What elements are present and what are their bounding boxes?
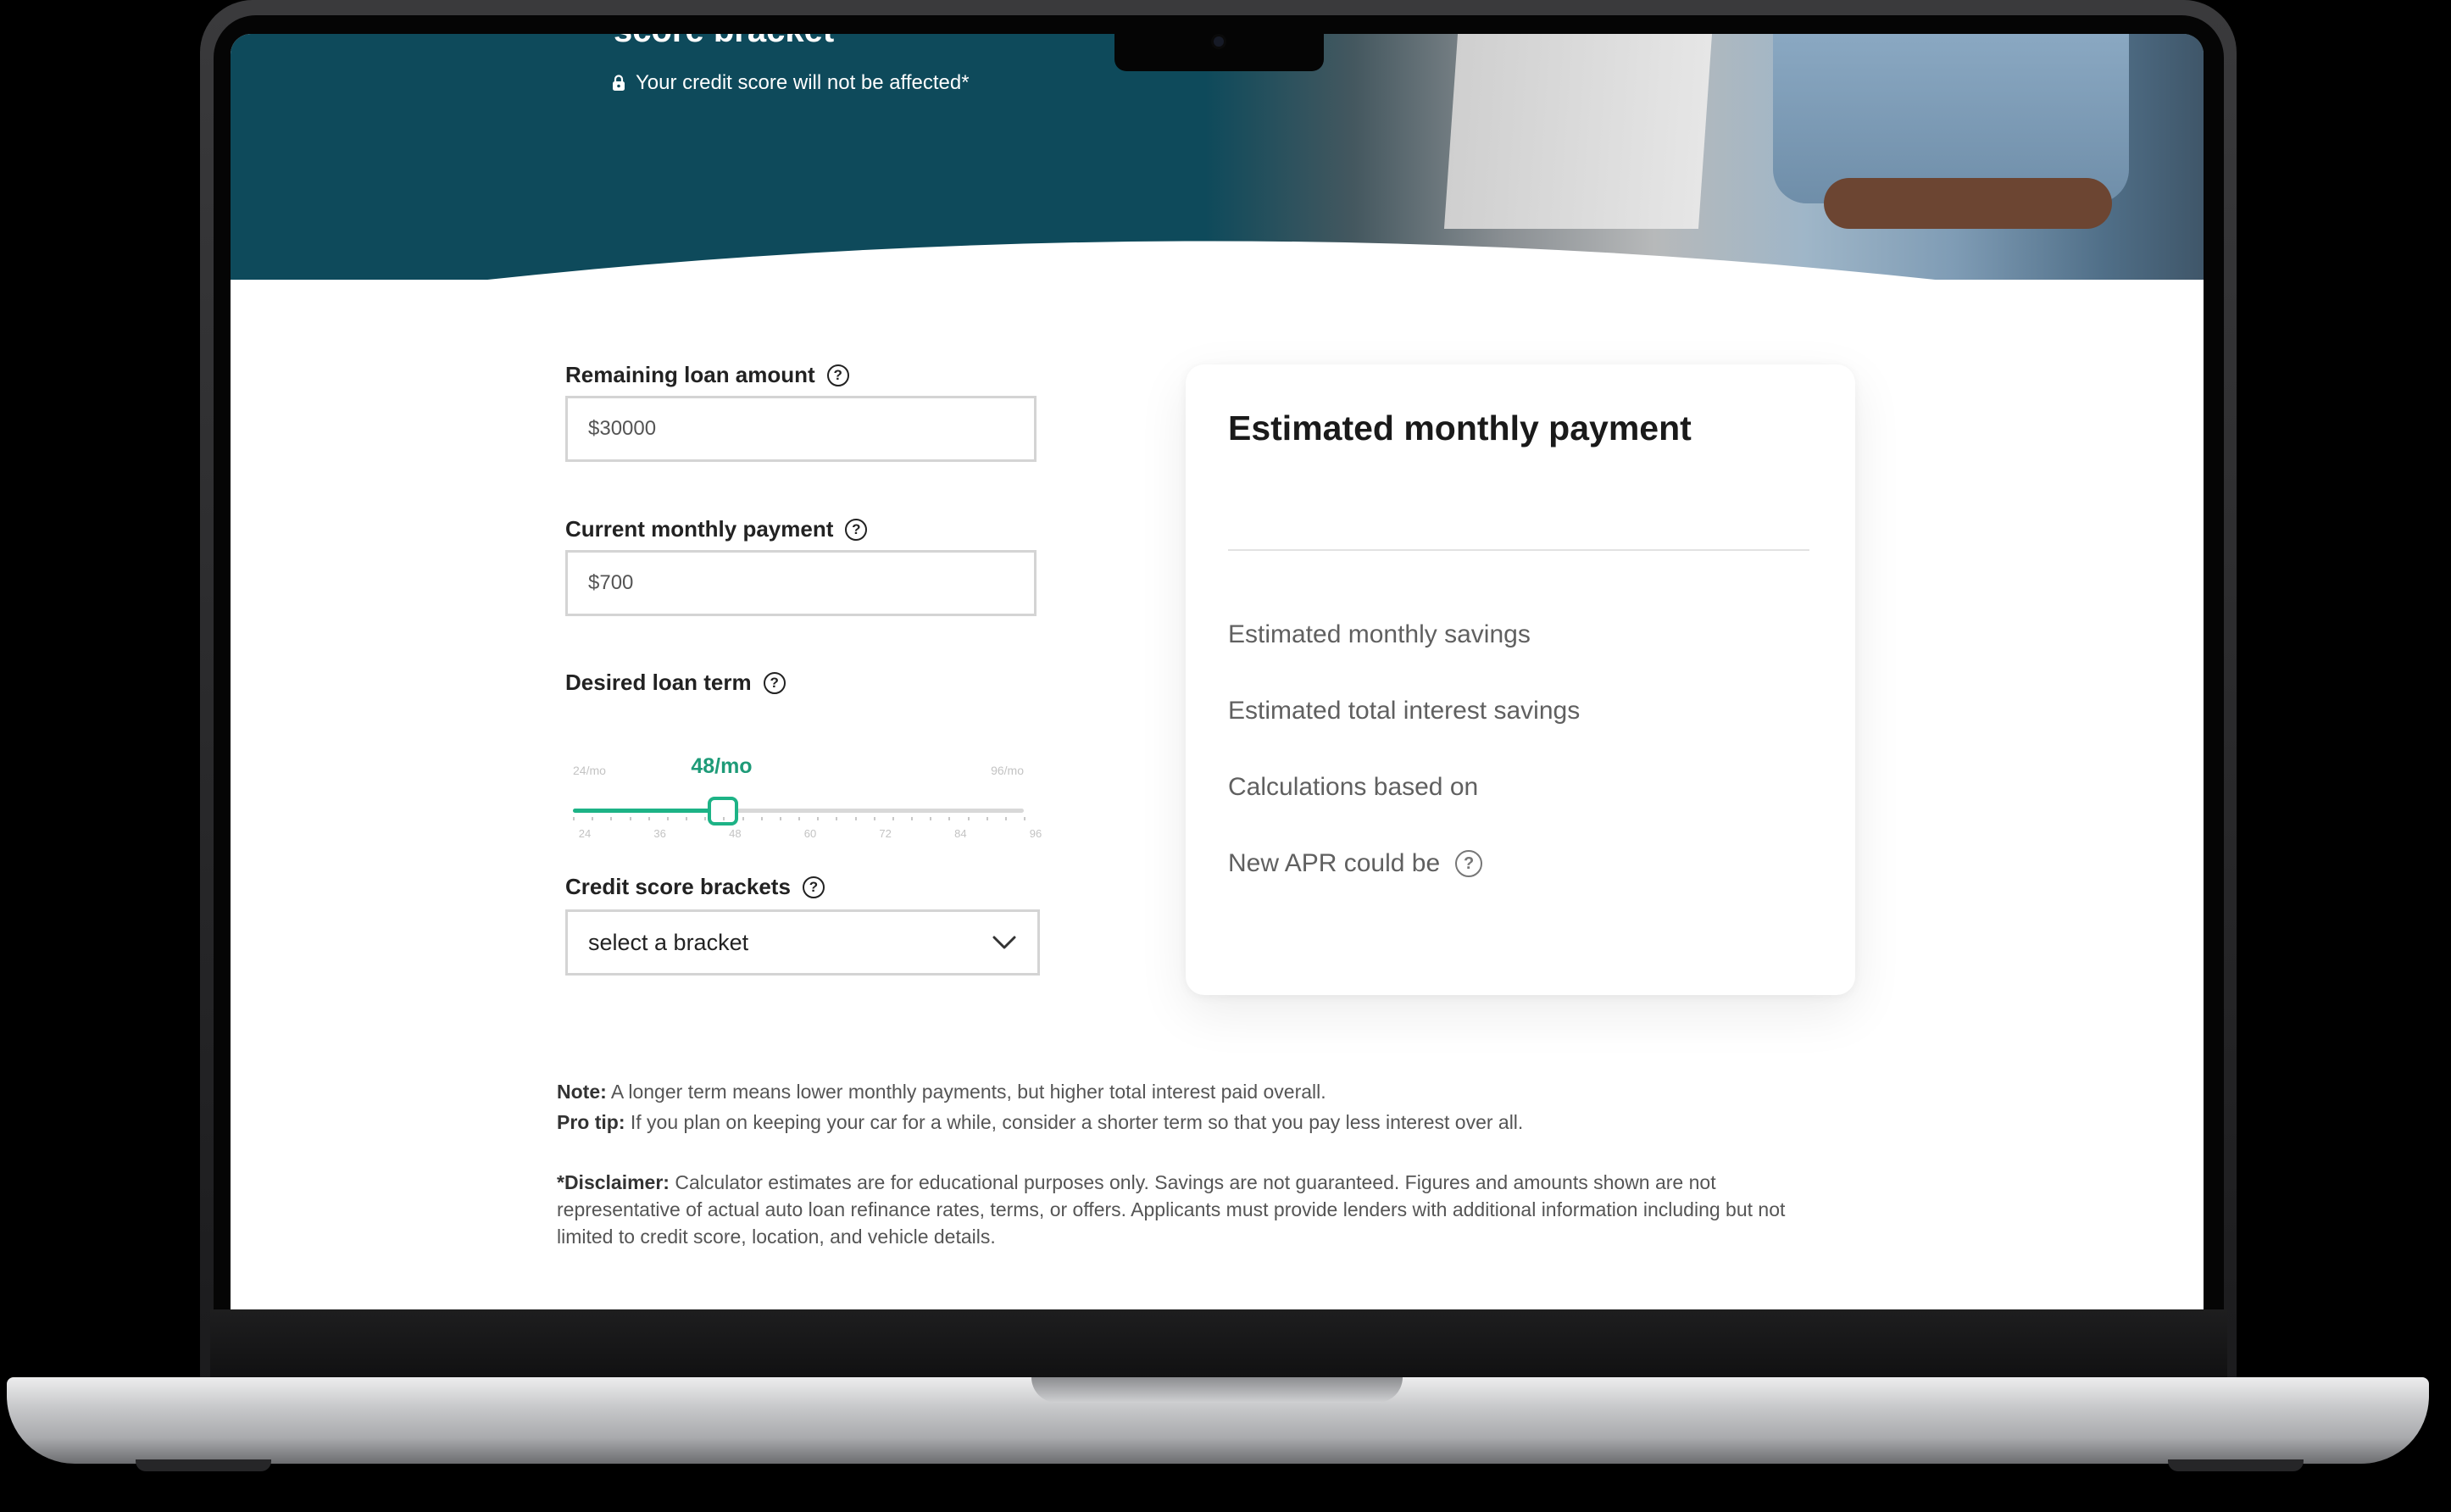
results-title: Estimated monthly payment bbox=[1228, 409, 1692, 447]
result-row-label: Estimated monthly savings bbox=[1228, 620, 1531, 648]
disclaimer: *Disclaimer: Calculator estimates are fo… bbox=[557, 1169, 1794, 1250]
slider-tick-mark bbox=[930, 817, 932, 820]
hero-headline: score bracket bbox=[614, 34, 834, 50]
results-card: Estimated monthly payment Estimated mont… bbox=[1186, 364, 1855, 995]
slider-tick-label: 96 bbox=[1029, 827, 1042, 840]
result-row-label: Estimated total interest savings bbox=[1228, 697, 1581, 725]
credit-score-select[interactable]: select a bracket bbox=[565, 909, 1040, 976]
hero-wave-divider bbox=[231, 241, 2204, 322]
disclaimer-label: *Disclaimer: bbox=[557, 1171, 670, 1193]
slider-tick-mark bbox=[892, 817, 894, 820]
credit-score-label-text: Credit score brackets bbox=[565, 874, 791, 899]
slider-tick-mark bbox=[742, 817, 744, 820]
pro-tip-text: If you plan on keeping your car for a wh… bbox=[625, 1111, 1524, 1133]
note-text: A longer term means lower monthly paymen… bbox=[606, 1081, 1326, 1103]
loan-amount-label: Remaining loan amount ? bbox=[565, 362, 849, 388]
result-row-label: New APR could be bbox=[1228, 849, 1441, 877]
slider-tick-label: 84 bbox=[954, 827, 967, 840]
slider-tick-mark bbox=[592, 817, 594, 820]
laptop-screen: score bracket Your credit score will not… bbox=[231, 34, 2204, 1309]
slider-tick-label: 24 bbox=[578, 827, 592, 840]
result-row-interest-savings: Estimated total interest savings bbox=[1228, 697, 1580, 725]
credit-score-note: Your credit score will not be affected* bbox=[612, 71, 970, 95]
loan-term-label: Desired loan term ? bbox=[565, 670, 786, 696]
slider-tick-label: 60 bbox=[803, 827, 817, 840]
result-row-monthly-savings: Estimated monthly savings bbox=[1228, 620, 1531, 649]
question-circle-icon[interactable]: ? bbox=[826, 364, 849, 386]
laptop-foot-left bbox=[136, 1459, 271, 1471]
slider-tick-mark bbox=[986, 817, 988, 820]
slider-tick-mark bbox=[647, 817, 650, 820]
result-row-label: Calculations based on bbox=[1228, 773, 1479, 801]
slider-tick-mark bbox=[760, 817, 763, 820]
slider-tick-mark bbox=[629, 817, 631, 820]
slider-tick-mark bbox=[817, 817, 820, 820]
slider-tick-mark bbox=[854, 817, 857, 820]
camera-icon bbox=[1211, 34, 1226, 49]
slider-tick-mark bbox=[1024, 817, 1025, 820]
question-circle-icon[interactable]: ? bbox=[802, 876, 825, 898]
slider-tick-mark bbox=[610, 817, 613, 820]
slider-tick-mark bbox=[723, 817, 725, 820]
disclaimer-text: Calculator estimates are for educational… bbox=[557, 1171, 1786, 1248]
slider-tick-mark bbox=[1004, 817, 1007, 820]
laptop-chin bbox=[210, 1309, 2227, 1377]
hero-photo-paper bbox=[1443, 34, 1713, 229]
results-divider bbox=[1228, 549, 1809, 551]
pro-tip-line: Pro tip: If you plan on keeping your car… bbox=[557, 1109, 1523, 1136]
slider-tick-mark bbox=[873, 817, 875, 820]
slider-value-label: 48/mo bbox=[691, 754, 753, 778]
monthly-payment-label: Current monthly payment ? bbox=[565, 516, 868, 542]
slider-tick-mark bbox=[686, 817, 687, 820]
loan-term-label-text: Desired loan term bbox=[565, 670, 752, 695]
loan-amount-input[interactable] bbox=[565, 396, 1037, 462]
loan-amount-label-text: Remaining loan amount bbox=[565, 362, 815, 387]
slider-tick-mark bbox=[704, 817, 707, 820]
slider-min-label: 24/mo bbox=[573, 764, 606, 777]
slider-tick-label: 48 bbox=[729, 827, 742, 840]
question-circle-icon[interactable]: ? bbox=[845, 518, 868, 541]
slider-max-label: 96/mo bbox=[991, 764, 1024, 777]
result-row-calculations: Calculations based on bbox=[1228, 773, 1478, 802]
credit-score-select-value: select a bracket bbox=[588, 929, 749, 955]
monthly-payment-label-text: Current monthly payment bbox=[565, 516, 834, 542]
laptop-foot-right bbox=[2168, 1459, 2304, 1471]
laptop-opening-notch bbox=[1031, 1377, 1403, 1403]
slider-tick-label: 72 bbox=[879, 827, 892, 840]
slider-tick-mark bbox=[911, 817, 913, 820]
credit-score-note-text: Your credit score will not be affected* bbox=[636, 71, 970, 94]
slider-tick-mark bbox=[798, 817, 800, 820]
slider-tick-mark bbox=[967, 817, 970, 820]
slider-thumb[interactable] bbox=[708, 797, 739, 825]
slider-tick-mark bbox=[836, 817, 838, 820]
note-line: Note: A longer term means lower monthly … bbox=[557, 1078, 1326, 1105]
loan-term-slider[interactable]: 24/mo 96/mo 48/mo 24 36 48 60 72 84 96 bbox=[573, 712, 1042, 840]
slider-fill bbox=[573, 809, 724, 813]
credit-score-label: Credit score brackets ? bbox=[565, 874, 825, 900]
slider-tick-mark bbox=[666, 817, 669, 820]
pro-tip-label: Pro tip: bbox=[557, 1111, 625, 1133]
monthly-payment-input[interactable] bbox=[565, 550, 1037, 616]
slider-tick-mark bbox=[948, 817, 951, 820]
slider-tick-label: 36 bbox=[653, 827, 666, 840]
question-circle-icon[interactable]: ? bbox=[1455, 850, 1483, 877]
result-row-new-apr: New APR could be ? bbox=[1228, 849, 1483, 878]
slider-tick-mark bbox=[573, 817, 575, 820]
slider-tick-mark bbox=[779, 817, 781, 820]
note-label: Note: bbox=[557, 1081, 607, 1103]
chevron-down-icon bbox=[992, 936, 1016, 949]
question-circle-icon[interactable]: ? bbox=[763, 671, 786, 694]
lock-icon bbox=[613, 75, 625, 91]
